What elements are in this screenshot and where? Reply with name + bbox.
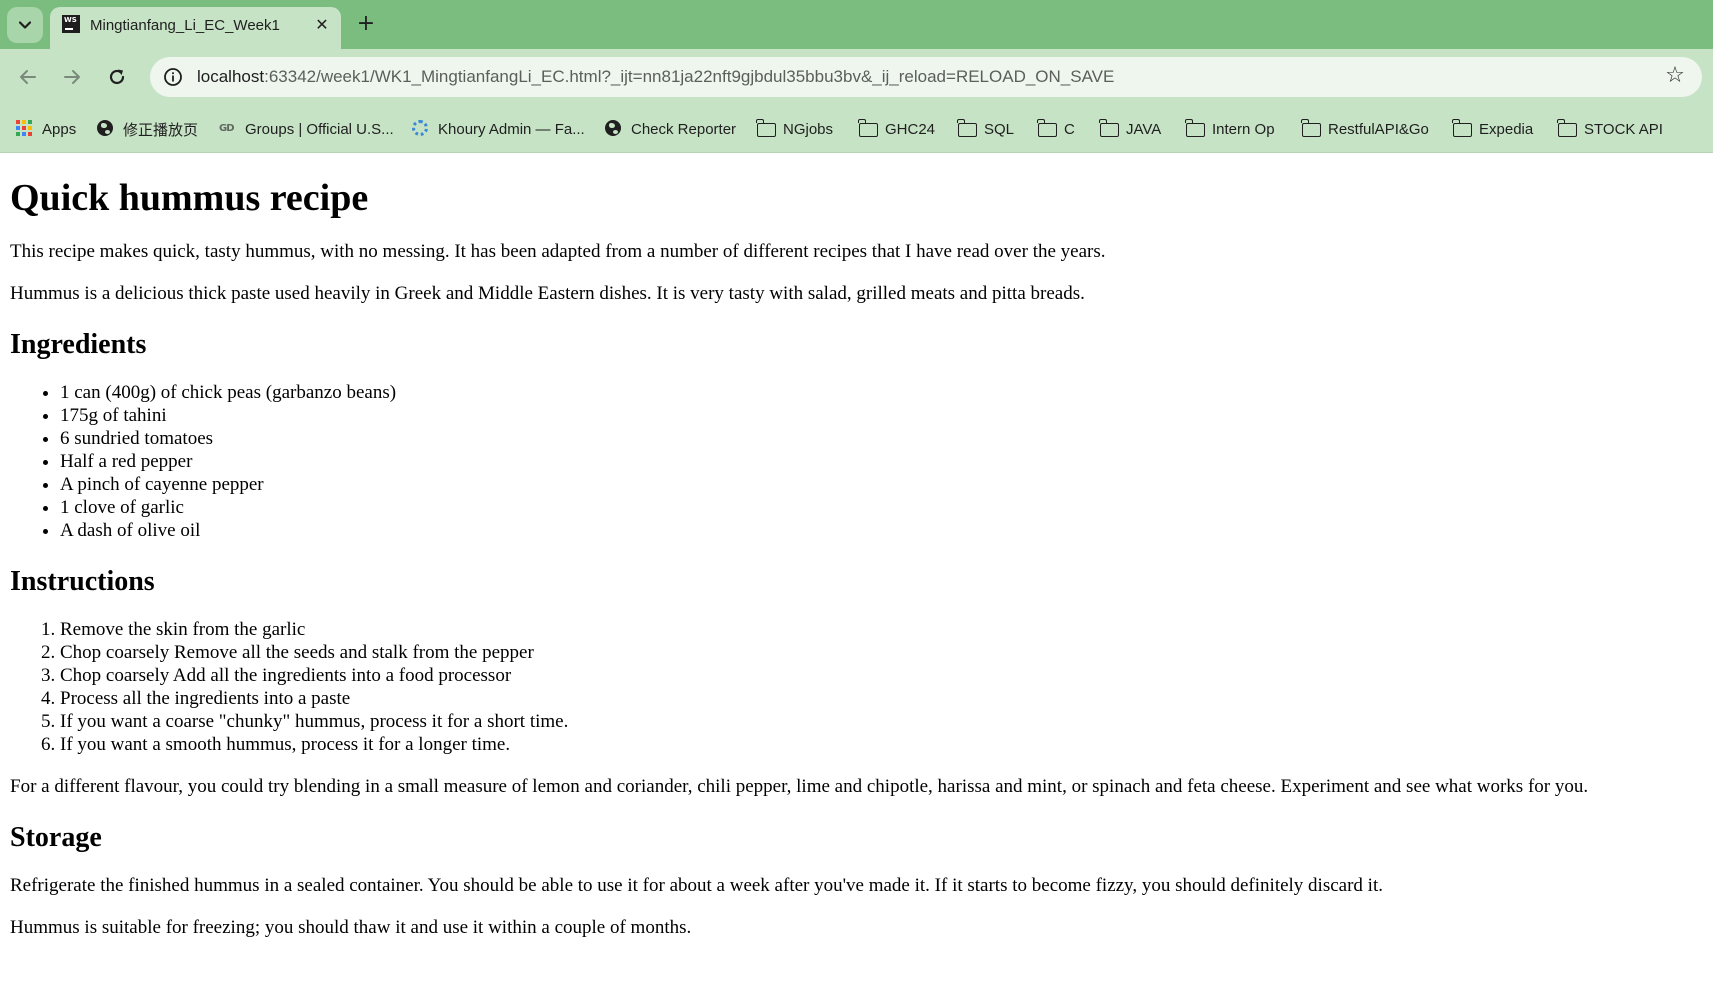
bookmark-label: C [1064,120,1075,138]
bookmark-label: Apps [42,120,77,138]
khoury-icon [412,120,430,138]
url-text[interactable]: localhost:63342/week1/WK1_MingtianfangLi… [197,67,1114,87]
bookmark-apps[interactable]: Apps [16,118,76,140]
storage-paragraph: Refrigerate the finished hummus in a sea… [10,875,1383,896]
bookmark-label: SQL [984,120,1015,138]
globe-icon [605,120,623,138]
instructions-heading: Instructions [10,566,155,597]
folder-icon [1557,119,1577,138]
instruction-step: Chop coarsely Remove all the seeds and s… [60,641,1705,664]
browser-tab[interactable]: WS Mingtianfang_Li_EC_Week1 ✕ [50,7,341,49]
gd-logo-icon: GD [219,123,235,134]
folder-icon [858,119,878,138]
bookmark-label: RestfulAPI&Go [1328,120,1429,138]
folder-icon [1301,119,1321,138]
globe-icon [97,120,115,138]
storage-paragraph: Hummus is suitable for freezing; you sho… [10,917,692,938]
bookmark-label: STOCK API [1584,120,1663,138]
instruction-step: Remove the skin from the garlic [60,618,1705,641]
instruction-step: Chop coarsely Add all the ingredients in… [60,664,1705,687]
bookmark-item[interactable]: Khoury Admin — Fa... [412,118,585,140]
reload-button[interactable] [102,62,132,92]
bookmark-folder[interactable]: Expedia [1452,118,1534,140]
page-content: Quick hummus recipe This recipe makes qu… [10,152,1705,958]
chevron-down-icon [18,21,32,29]
folder-icon [756,119,776,138]
folder-icon [1099,119,1119,138]
ingredients-list: 1 can (400g) of chick peas (garbanzo bea… [10,381,1705,542]
storage-heading: Storage [10,822,102,853]
bookmark-item[interactable]: 修正播放页 [97,118,198,140]
ingredient-item: 6 sundried tomatoes [60,427,1705,450]
reload-icon [109,69,125,85]
close-tab-icon[interactable]: ✕ [312,15,332,35]
bookmark-item[interactable]: GD Groups | Official U.S... [219,118,394,140]
instructions-list: Remove the skin from the garlic Chop coa… [10,618,1705,756]
bookmark-label: NGjobs [783,120,834,138]
arrow-left-icon [20,70,36,84]
ingredient-item: 175g of tahini [60,404,1705,427]
flavour-note: For a different flavour, you could try b… [10,776,1589,797]
intro-paragraph: This recipe makes quick, tasty hummus, w… [10,241,1106,262]
bookmark-label: 修正播放页 [123,121,199,139]
bookmark-folder[interactable]: SQL [957,118,1015,140]
bookmark-item[interactable]: Check Reporter [605,118,736,140]
instruction-step: Process all the ingredients into a paste [60,687,1705,710]
url-path: :63342/week1/WK1_MingtianfangLi_EC.html?… [264,67,1115,86]
ingredient-item: A dash of olive oil [60,519,1705,542]
ingredient-item: Half a red pepper [60,450,1705,473]
bookmark-label: Expedia [1479,120,1534,138]
ingredients-heading: Ingredients [10,329,147,360]
bookmark-label: Intern Op [1212,120,1275,138]
ingredient-item: 1 clove of garlic [60,496,1705,519]
bookmark-folder[interactable]: C [1037,118,1075,140]
bookmark-folder[interactable]: RestfulAPI&Go [1301,118,1429,140]
url-host: localhost [197,67,265,86]
bookmark-folder[interactable]: Intern Op [1185,118,1275,140]
site-info-icon[interactable] [163,67,183,87]
bookmarks-bar: Apps 修正播放页 GD Groups | Official U.S... K… [0,107,1713,153]
folder-icon [1185,119,1205,138]
new-tab-button[interactable]: + [353,11,379,37]
folder-icon [957,119,977,138]
instruction-step: If you want a coarse "chunky" hummus, pr… [60,710,1705,733]
page-title: Quick hummus recipe [10,177,369,219]
bookmark-label: JAVA [1126,120,1162,138]
intro-paragraph: Hummus is a delicious thick paste used h… [10,283,1085,304]
apps-grid-icon [16,120,34,138]
browser-toolbar: localhost:63342/week1/WK1_MingtianfangLi… [0,49,1713,107]
instruction-step: If you want a smooth hummus, process it … [60,733,1705,756]
bookmark-folder[interactable]: JAVA [1099,118,1162,140]
folder-icon [1037,119,1057,138]
bookmark-label: GHC24 [885,120,936,138]
tab-title: Mingtianfang_Li_EC_Week1 [90,17,280,34]
bookmark-folder[interactable]: NGjobs [756,118,834,140]
forward-button[interactable] [57,62,87,92]
bookmark-label: Groups | Official U.S... [245,120,394,138]
bookmark-folder[interactable]: STOCK API [1557,118,1663,140]
bookmark-label: Check Reporter [631,120,737,138]
ingredient-item: 1 can (400g) of chick peas (garbanzo bea… [60,381,1705,404]
tab-strip: WS Mingtianfang_Li_EC_Week1 ✕ + [0,0,1713,49]
bookmark-folder[interactable]: GHC24 [858,118,936,140]
webstorm-favicon-icon: WS [62,15,80,33]
bookmark-label: Khoury Admin — Fa... [438,120,585,138]
folder-icon [1452,119,1472,138]
back-button[interactable] [13,62,43,92]
address-bar[interactable]: localhost:63342/week1/WK1_MingtianfangLi… [150,57,1702,97]
arrow-right-icon [64,70,80,84]
tab-search-button[interactable] [7,7,43,43]
ingredient-item: A pinch of cayenne pepper [60,473,1705,496]
bookmark-star-icon[interactable]: ☆ [1662,63,1688,89]
